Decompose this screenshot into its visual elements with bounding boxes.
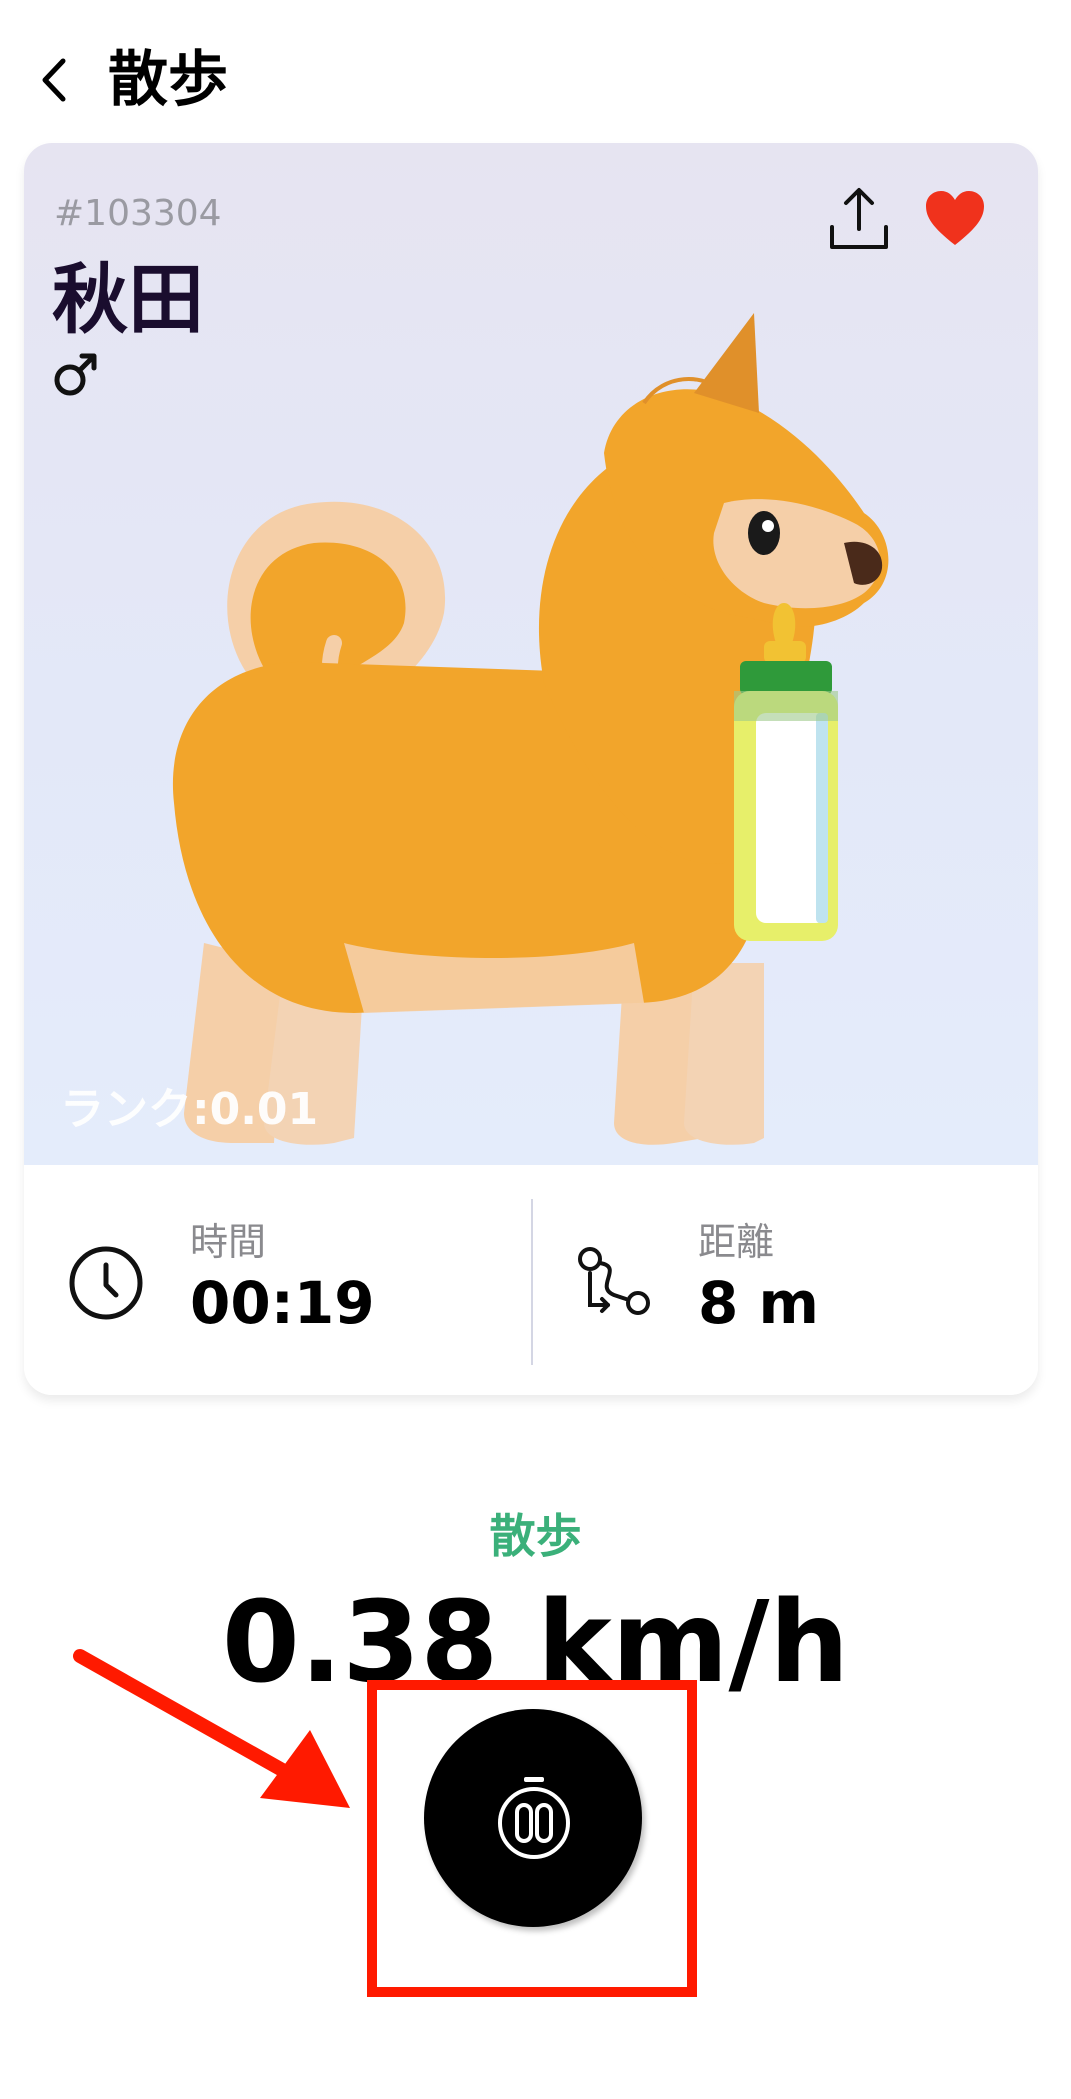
male-icon	[54, 353, 97, 396]
pause-button[interactable]	[424, 1709, 642, 1927]
distance-value: 8 m	[698, 1269, 819, 1337]
speed-value: 0.38 km/h	[221, 1578, 850, 1708]
distance-stat: 距離 8 m	[532, 1165, 1038, 1395]
chevron-left-icon	[42, 58, 66, 102]
time-value: 00:19	[190, 1269, 375, 1337]
rank-label: ランク:0.01	[60, 1084, 319, 1135]
time-label: 時間	[190, 1220, 267, 1264]
pet-hero: #103304 秋田 ランク:0.01	[24, 143, 1038, 1165]
page-title: 散歩	[108, 45, 228, 115]
clock-icon	[69, 1246, 143, 1320]
route-icon	[578, 1247, 650, 1315]
activity-mode-label: 散歩	[489, 1509, 582, 1563]
pet-card: #103304 秋田 ランク:0.01 時間 00:19 距離 8 m	[24, 143, 1038, 1395]
back-button[interactable]	[24, 44, 84, 116]
distance-label: 距離	[698, 1220, 775, 1264]
favorite-button[interactable]	[922, 187, 988, 249]
stopwatch-pause-icon	[498, 1777, 570, 1859]
header: 散歩	[0, 0, 1071, 150]
stats-panel: 時間 00:19 距離 8 m	[24, 1165, 1038, 1395]
heart-icon	[926, 191, 984, 245]
time-stat: 時間 00:19	[24, 1165, 530, 1395]
pet-id: #103304	[54, 193, 222, 234]
dog-illustration	[172, 313, 889, 1145]
